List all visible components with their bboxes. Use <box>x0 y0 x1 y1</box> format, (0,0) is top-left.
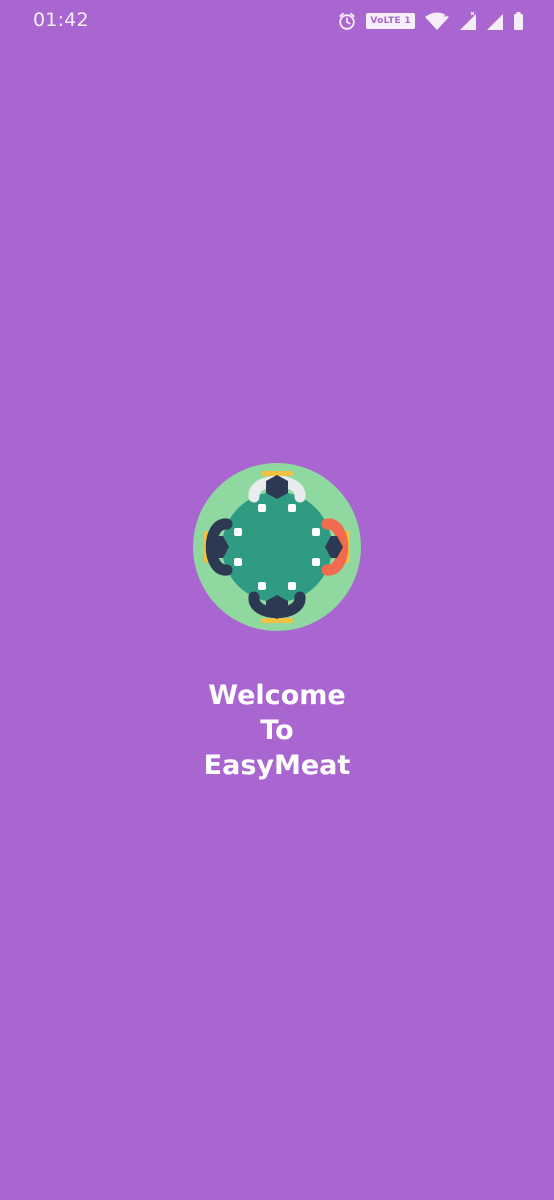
volte-icon: VoLTE 1 <box>366 13 415 29</box>
welcome-title-line-1: Welcome <box>208 680 346 711</box>
status-time: 01:42 <box>33 9 89 31</box>
status-bar: 01:42 VoLTE 1 <box>0 0 554 44</box>
signal-icon <box>459 11 477 31</box>
status-icons: VoLTE 1 <box>337 10 524 32</box>
battery-icon <box>513 11 524 31</box>
alarm-icon <box>337 11 357 31</box>
signal-icon-2 <box>486 11 504 31</box>
welcome-title-line-3: EasyMeat <box>203 750 351 781</box>
wifi-icon <box>424 11 450 31</box>
splash-screen: Welcome To EasyMeat <box>0 462 554 783</box>
welcome-title-line-2: To <box>260 715 294 746</box>
welcome-title: Welcome To EasyMeat <box>0 678 554 783</box>
meeting-table-logo-icon <box>193 463 361 631</box>
